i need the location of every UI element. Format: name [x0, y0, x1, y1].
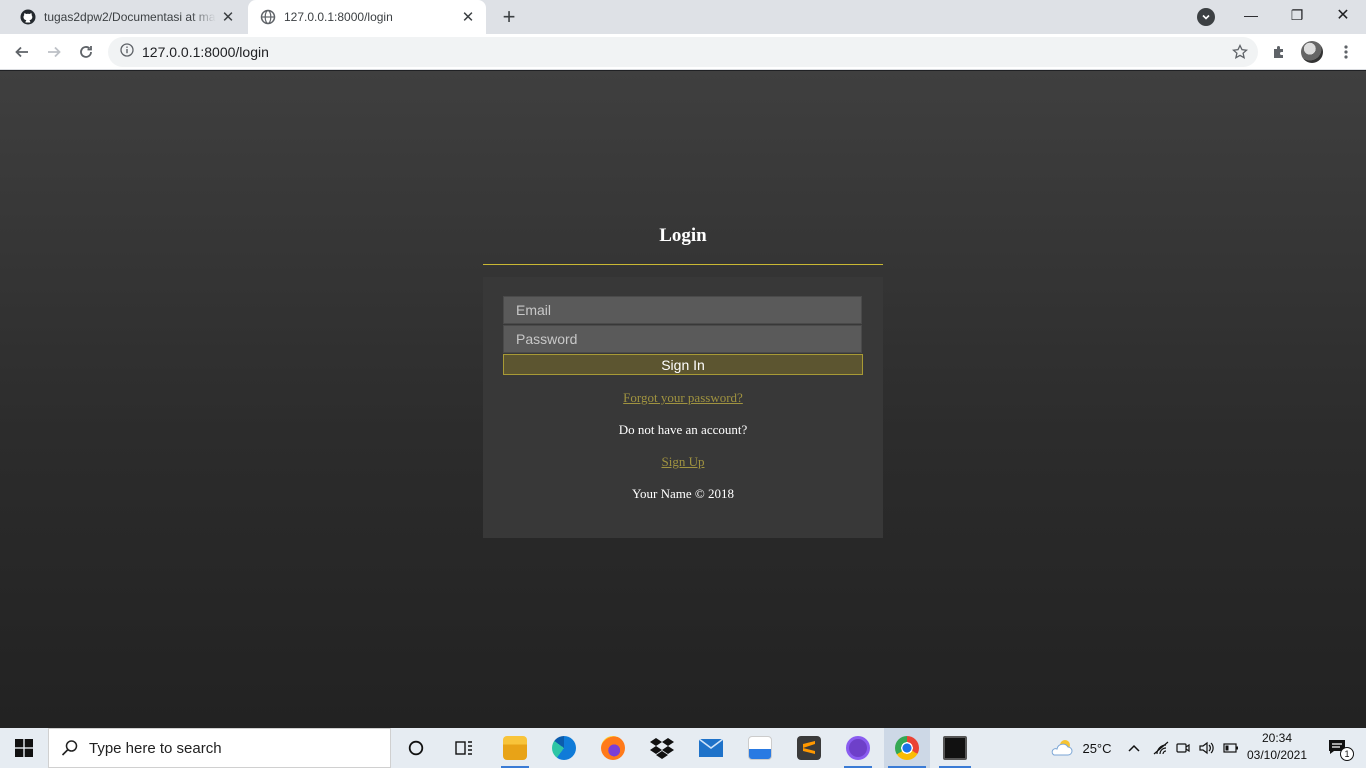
firefox-icon[interactable]: [593, 728, 633, 768]
forgot-password-link[interactable]: Forgot your password?: [483, 390, 883, 406]
login-form: Email Password Sign In Forgot your passw…: [483, 277, 883, 538]
tab-github[interactable]: tugas2dpw2/Documentasi at main ✕: [8, 0, 246, 34]
tab-strip: tugas2dpw2/Documentasi at main ✕ 127.0.0…: [0, 0, 1366, 34]
password-field[interactable]: Password: [503, 325, 862, 353]
windows-logo-icon: [15, 739, 33, 757]
globe-icon: [260, 9, 276, 25]
arrow-right-icon: [48, 46, 61, 58]
tab-search-icon[interactable]: [1197, 8, 1215, 26]
sign-in-button[interactable]: Sign In: [503, 354, 863, 375]
minimize-button[interactable]: —: [1228, 0, 1274, 30]
no-account-text: Do not have an account?: [618, 422, 748, 437]
login-page: Login Email Password Sign In Forgot your…: [0, 71, 1366, 728]
new-tab-button[interactable]: +: [496, 4, 522, 30]
task-view-icon[interactable]: [445, 728, 483, 768]
notification-count-badge: 1: [1340, 747, 1354, 761]
clock-date: 03/10/2021: [1246, 748, 1308, 762]
tab-title: 127.0.0.1:8000/login: [284, 10, 393, 24]
info-icon[interactable]: [120, 42, 134, 62]
url-text: 127.0.0.1:8000/login: [142, 44, 269, 60]
clock-time: 20:34: [1261, 731, 1293, 745]
cortana-circle-icon[interactable]: [397, 728, 435, 768]
forward-button[interactable]: [40, 38, 68, 66]
arrow-left-icon: [15, 46, 28, 58]
dropbox-icon[interactable]: [642, 728, 682, 768]
sublime-text-icon[interactable]: [789, 728, 829, 768]
extensions-puzzle-icon[interactable]: [1265, 38, 1293, 66]
github-icon: [20, 9, 36, 25]
search-icon: [61, 740, 78, 756]
bookmark-star-icon[interactable]: [1226, 38, 1254, 66]
back-button[interactable]: [8, 38, 36, 66]
chevron-up-icon[interactable]: [1124, 728, 1144, 768]
weather-cloud-icon[interactable]: [1048, 728, 1076, 768]
page-title: Login: [659, 225, 707, 246]
close-window-button[interactable]: ✕: [1320, 0, 1366, 30]
weather-temperature[interactable]: 25°C: [1078, 728, 1116, 768]
menu-kebab-icon[interactable]: [1332, 38, 1360, 66]
profile-avatar[interactable]: [1301, 41, 1323, 63]
tab-login[interactable]: 127.0.0.1:8000/login ✕: [248, 0, 486, 34]
email-field[interactable]: Email: [503, 296, 862, 324]
sign-up-link[interactable]: Sign Up: [483, 454, 883, 470]
restore-button[interactable]: ❐: [1274, 0, 1320, 30]
start-button[interactable]: [0, 728, 48, 768]
search-placeholder: Type here to search: [89, 739, 222, 757]
footer-text: Your Name © 2018: [631, 486, 735, 501]
battery-icon[interactable]: [1220, 728, 1242, 768]
tab-title: tugas2dpw2/Documentasi at main: [44, 10, 216, 24]
file-explorer-icon[interactable]: [495, 728, 535, 768]
address-bar[interactable]: 127.0.0.1:8000/login: [108, 37, 1258, 67]
windows-taskbar: Type here to search 25°C 20:34 03/10/202…: [0, 728, 1366, 768]
edge-icon[interactable]: [544, 728, 584, 768]
reload-icon: [80, 46, 92, 58]
browser-toolbar: 127.0.0.1:8000/login: [0, 34, 1366, 70]
notification-center-icon[interactable]: 1: [1318, 728, 1358, 768]
amazon-icon[interactable]: [740, 728, 780, 768]
terminal-icon[interactable]: [935, 728, 975, 768]
volume-icon[interactable]: [1196, 728, 1218, 768]
taskbar-search-input[interactable]: Type here to search: [48, 728, 391, 768]
title-divider: [483, 264, 883, 265]
close-icon[interactable]: ✕: [456, 5, 480, 29]
taskbar-clock[interactable]: 20:34 03/10/2021: [1244, 730, 1310, 764]
reload-button[interactable]: [72, 38, 100, 66]
chrome-icon[interactable]: [884, 728, 930, 768]
close-icon[interactable]: ✕: [216, 5, 240, 29]
meet-now-icon[interactable]: [1173, 728, 1193, 768]
github-desktop-icon[interactable]: [838, 728, 878, 768]
mail-icon[interactable]: [691, 728, 731, 768]
network-wifi-icon[interactable]: [1150, 728, 1172, 768]
